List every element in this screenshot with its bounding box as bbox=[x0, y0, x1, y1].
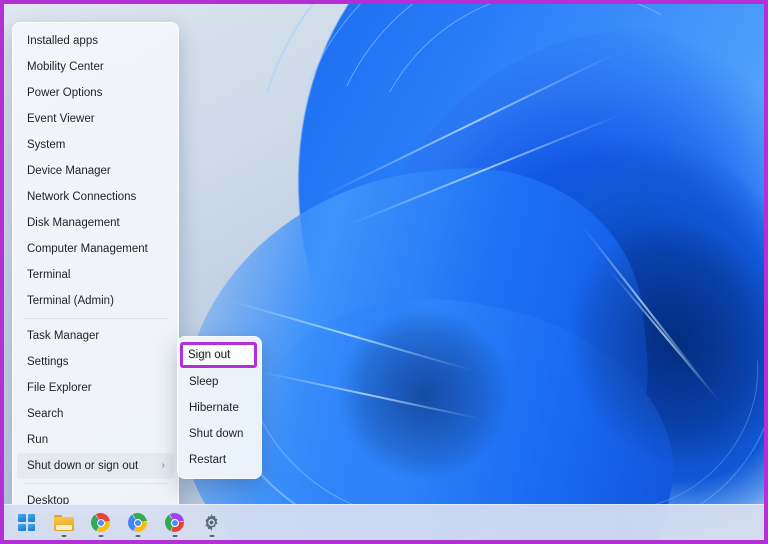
taskbar-running-indicator bbox=[135, 535, 140, 537]
menu-item-shut-down-or-sign-out[interactable]: Shut down or sign out › bbox=[17, 453, 174, 479]
menu-separator bbox=[24, 483, 167, 484]
submenu-item-label: Hibernate bbox=[189, 402, 239, 414]
screen: Installed apps Mobility Center Power Optio… bbox=[0, 0, 768, 544]
menu-item-label: Run bbox=[27, 434, 49, 446]
menu-item-label: Mobility Center bbox=[27, 61, 104, 73]
google-chrome-canary-icon bbox=[165, 513, 184, 532]
menu-item-settings[interactable]: Settings bbox=[13, 349, 178, 375]
taskbar-google-chrome-canary-icon[interactable] bbox=[161, 509, 188, 537]
menu-item-label: Device Manager bbox=[27, 165, 111, 177]
menu-item-installed-apps[interactable]: Installed apps bbox=[13, 28, 178, 54]
submenu-item-hibernate[interactable]: Hibernate bbox=[178, 395, 261, 421]
submenu-item-label: Sign out bbox=[189, 350, 232, 362]
submenu-item-shut-down[interactable]: Shut down bbox=[178, 421, 261, 447]
menu-item-label: System bbox=[27, 139, 66, 151]
menu-item-label: Disk Management bbox=[27, 217, 120, 229]
taskbar-running-indicator bbox=[172, 535, 177, 537]
menu-item-label: Task Manager bbox=[27, 330, 100, 342]
taskbar-running-indicator bbox=[209, 535, 214, 537]
settings-gear-icon bbox=[202, 513, 221, 532]
menu-item-label: Terminal bbox=[27, 269, 71, 281]
taskbar-google-chrome-beta-icon[interactable] bbox=[124, 509, 151, 537]
menu-item-label: File Explorer bbox=[27, 382, 92, 394]
taskbar-running-indicator bbox=[98, 535, 103, 537]
file-explorer-icon bbox=[53, 514, 74, 531]
menu-item-label: Search bbox=[27, 408, 64, 420]
windows-start-icon bbox=[18, 514, 35, 531]
submenu-item-label: Sleep bbox=[189, 376, 219, 388]
chevron-right-icon: › bbox=[161, 460, 165, 471]
menu-item-label: Terminal (Admin) bbox=[27, 295, 114, 307]
menu-item-event-viewer[interactable]: Event Viewer bbox=[13, 106, 178, 132]
menu-separator bbox=[24, 318, 167, 319]
menu-item-label: Event Viewer bbox=[27, 113, 95, 125]
menu-item-device-manager[interactable]: Device Manager bbox=[13, 158, 178, 184]
taskbar-windows-start-icon[interactable] bbox=[13, 509, 40, 536]
menu-item-network-connections[interactable]: Network Connections bbox=[13, 184, 178, 210]
menu-item-label: Computer Management bbox=[27, 243, 148, 255]
menu-item-terminal[interactable]: Terminal bbox=[13, 262, 178, 288]
taskbar-google-chrome-icon[interactable] bbox=[87, 509, 114, 537]
submenu-item-label: Restart bbox=[189, 454, 227, 466]
submenu-item-sleep[interactable]: Sleep bbox=[178, 369, 261, 395]
menu-item-search[interactable]: Search bbox=[13, 401, 178, 427]
menu-item-label: Shut down or sign out bbox=[27, 460, 139, 472]
submenu-item-sign-out[interactable]: Sign out bbox=[178, 343, 261, 369]
submenu-item-restart[interactable]: Restart bbox=[178, 447, 261, 473]
submenu-item-label: Shut down bbox=[189, 428, 244, 440]
menu-item-label: Network Connections bbox=[27, 191, 137, 203]
menu-item-disk-management[interactable]: Disk Management bbox=[13, 210, 178, 236]
google-chrome-icon bbox=[91, 513, 110, 532]
menu-item-mobility-center[interactable]: Mobility Center bbox=[13, 54, 178, 80]
menu-item-computer-management[interactable]: Computer Management bbox=[13, 236, 178, 262]
menu-item-file-explorer[interactable]: File Explorer bbox=[13, 375, 178, 401]
menu-item-system[interactable]: System bbox=[13, 132, 178, 158]
taskbar-settings-gear-icon[interactable] bbox=[198, 509, 225, 537]
menu-item-run[interactable]: Run bbox=[13, 427, 178, 453]
menu-item-label: Power Options bbox=[27, 87, 103, 99]
taskbar-running-indicator bbox=[61, 535, 66, 537]
shut-down-or-sign-out-submenu[interactable]: Sign out Sign out Sleep Hibernate Shut down… bbox=[177, 336, 262, 479]
google-chrome-beta-icon bbox=[128, 513, 147, 532]
menu-item-label: Installed apps bbox=[27, 35, 98, 47]
menu-item-task-manager[interactable]: Task Manager bbox=[13, 323, 178, 349]
taskbar[interactable] bbox=[4, 504, 764, 540]
menu-item-terminal-admin[interactable]: Terminal (Admin) bbox=[13, 288, 178, 314]
menu-item-power-options[interactable]: Power Options bbox=[13, 80, 178, 106]
menu-item-label: Settings bbox=[27, 356, 69, 368]
win-x-power-user-menu[interactable]: Installed apps Mobility Center Power Optio… bbox=[12, 22, 179, 519]
taskbar-file-explorer-icon[interactable] bbox=[50, 509, 77, 537]
